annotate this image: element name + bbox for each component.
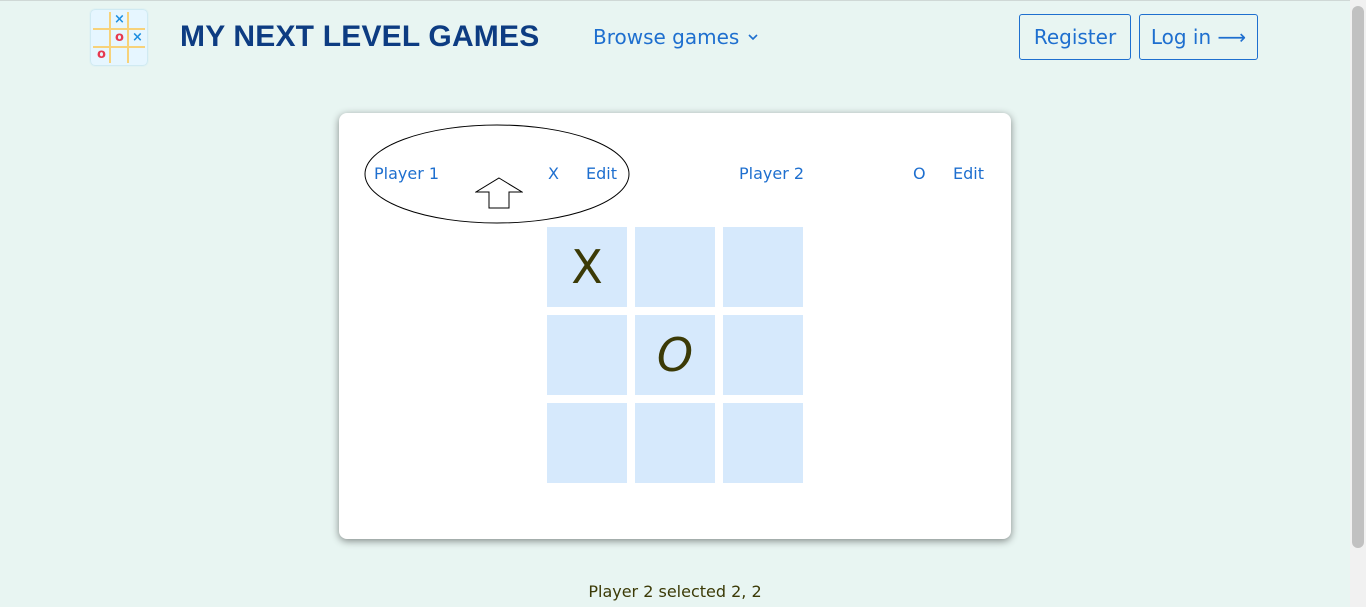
board-cell-1-3[interactable] [723, 227, 803, 307]
browse-games-label: Browse games [593, 25, 740, 49]
tic-tac-toe-logo-icon[interactable]: × o × o [91, 10, 147, 65]
player1-name[interactable]: Player 1 [374, 164, 439, 183]
board-cell-2-2[interactable]: O [635, 315, 715, 395]
browse-games-menu[interactable]: Browse games [593, 25, 759, 49]
player2-symbol: O [913, 164, 926, 183]
up-arrow-icon [475, 177, 523, 209]
status-message: Player 2 selected 2, 2 [588, 582, 762, 601]
logo-x-mark: × [114, 12, 125, 27]
board-cell-3-3[interactable] [723, 403, 803, 483]
logo-x-mark: × [132, 30, 143, 45]
chevron-down-icon [748, 34, 758, 41]
board-cell-3-2[interactable] [635, 403, 715, 483]
player1-symbol: X [548, 164, 559, 183]
board-cell-1-2[interactable] [635, 227, 715, 307]
board-cell-1-1[interactable]: X [547, 227, 627, 307]
game-board: X O [547, 227, 803, 483]
login-button[interactable]: Log in ⟶ [1139, 14, 1258, 60]
board-cell-2-1[interactable] [547, 315, 627, 395]
register-button[interactable]: Register [1019, 14, 1131, 60]
top-border [0, 0, 1350, 1]
player2-name[interactable]: Player 2 [739, 164, 804, 183]
board-cell-3-1[interactable] [547, 403, 627, 483]
scrollbar-thumb[interactable] [1352, 6, 1364, 548]
site-title[interactable]: MY NEXT LEVEL GAMES [180, 20, 539, 54]
player1-edit-link[interactable]: Edit [586, 164, 617, 183]
logo-o-mark: o [115, 30, 124, 45]
logo-o-mark: o [97, 47, 106, 62]
player2-edit-link[interactable]: Edit [953, 164, 984, 183]
board-cell-2-3[interactable] [723, 315, 803, 395]
